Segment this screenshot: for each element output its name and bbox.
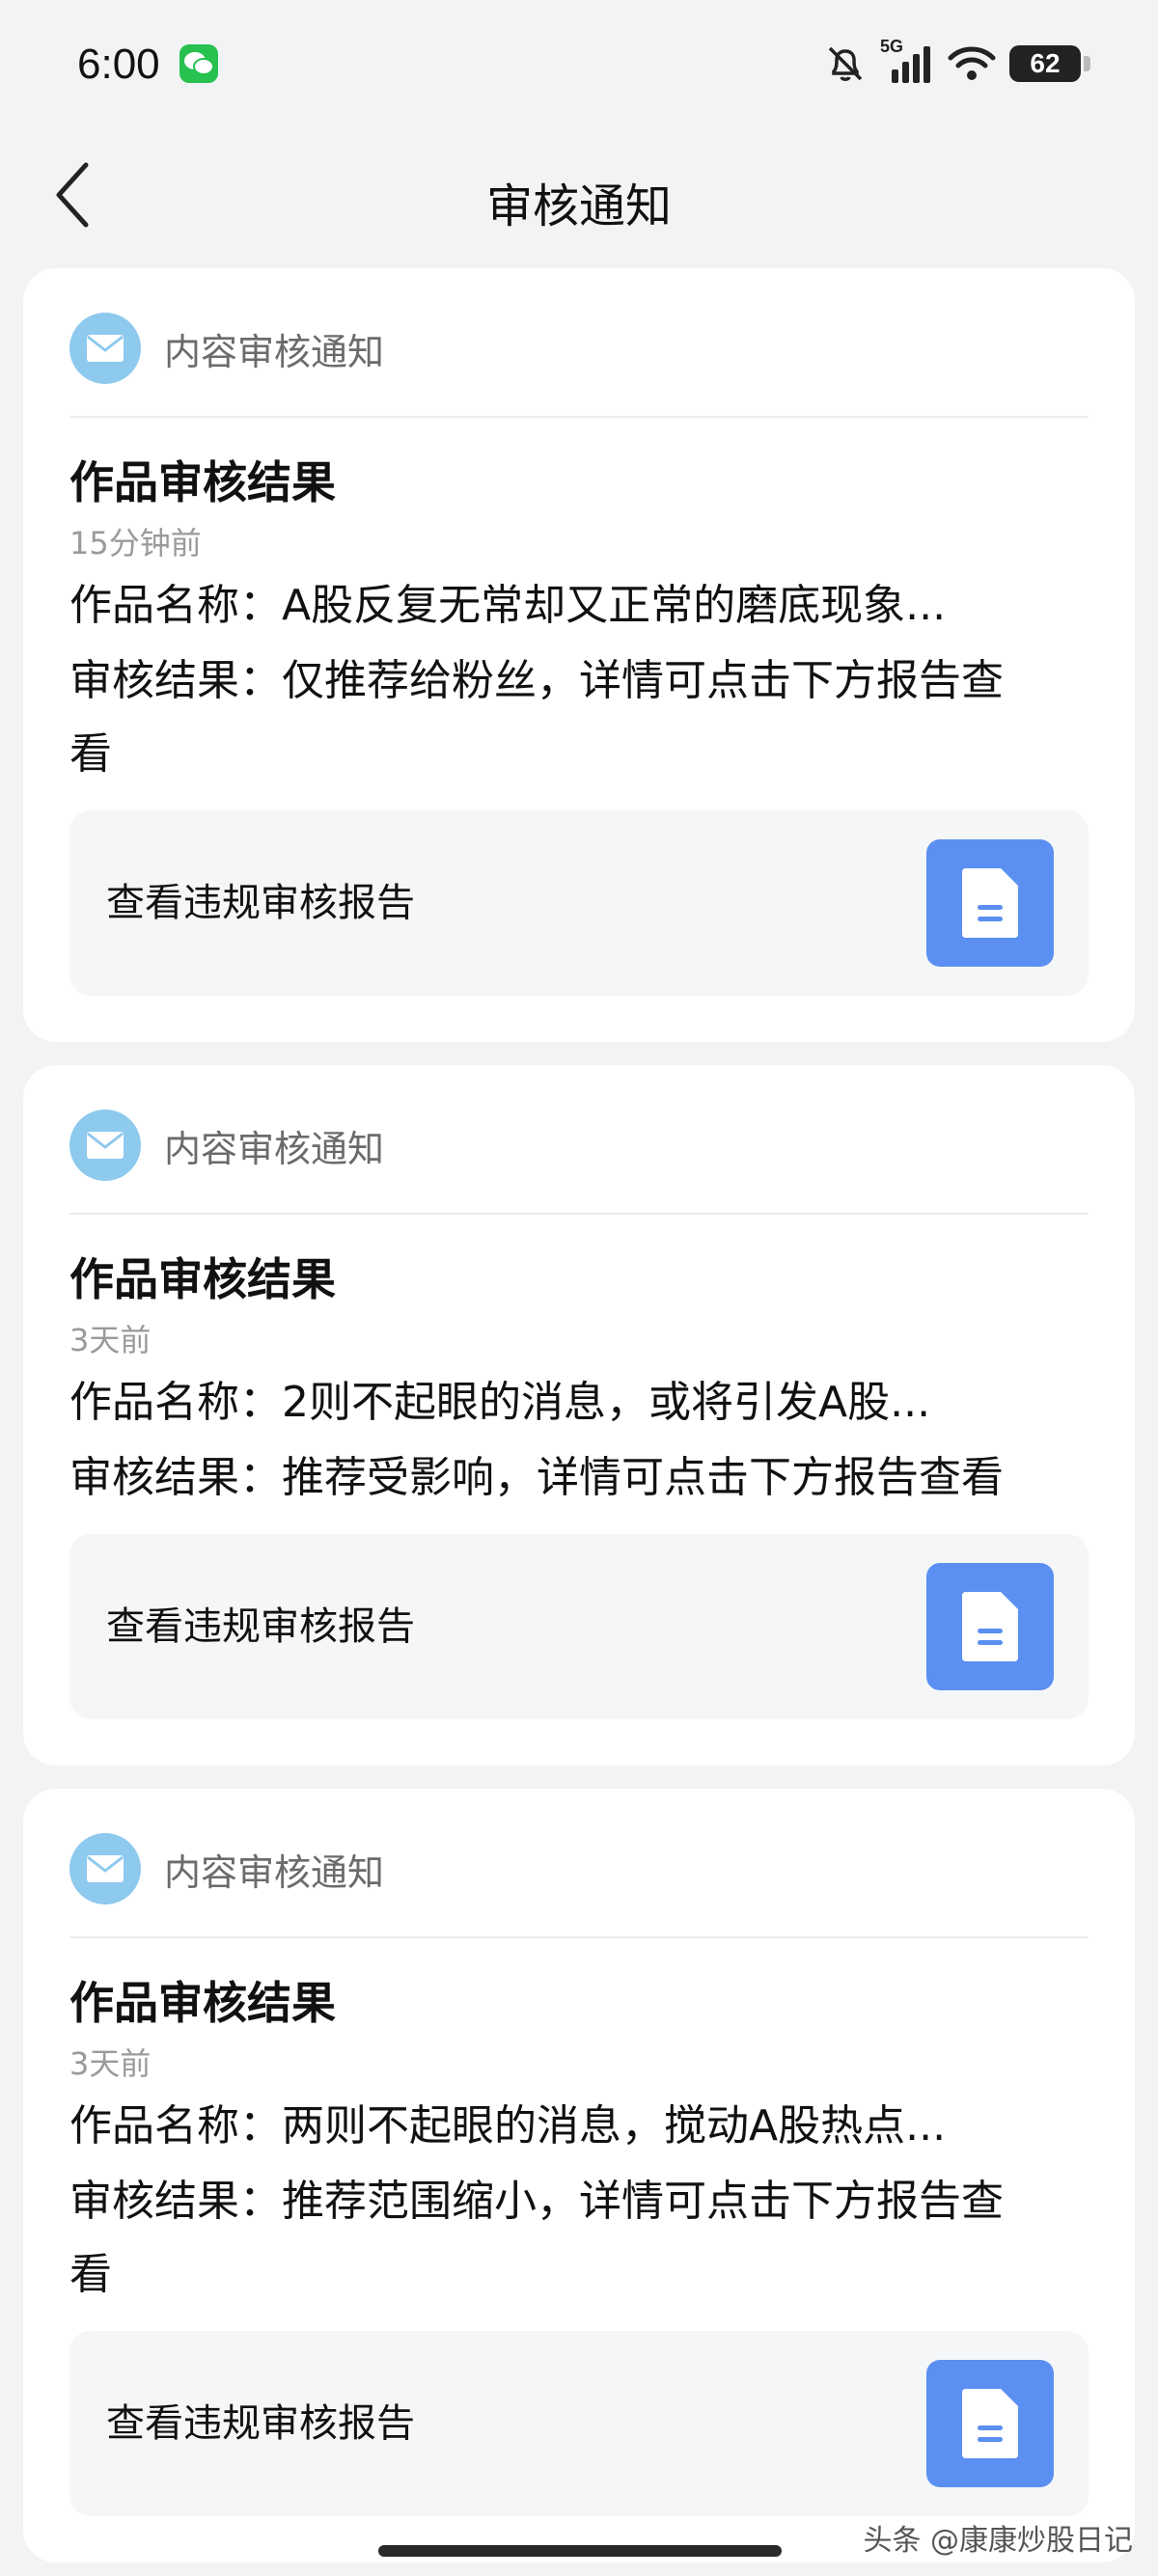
status-time: 6:00 [77, 41, 160, 88]
document-icon [962, 2389, 1018, 2458]
card-title: 作品审核结果 [69, 1977, 336, 2029]
notification-card: 内容审核通知 作品审核结果 3天前 作品名称：两则不起眼的消息，搅动A股热点..… [23, 1789, 1135, 2562]
status-icons: 5G 62 [824, 37, 1090, 91]
mail-icon [69, 1110, 141, 1181]
report-label: 查看违规审核报告 [106, 881, 415, 925]
signal-icon: 5G [880, 37, 934, 85]
mail-icon [69, 313, 141, 384]
mail-icon [69, 1833, 141, 1905]
notification-card: 内容审核通知 作品审核结果 3天前 作品名称：2则不起眼的消息，或将引发A股..… [23, 1065, 1135, 1766]
divider [69, 1213, 1089, 1215]
document-icon [962, 868, 1018, 938]
nav-header: 审核通知 [0, 131, 1158, 257]
report-link[interactable]: 查看违规审核报告 [69, 1534, 1089, 1719]
review-result-cont: 看 [69, 2250, 112, 2299]
card-header: 内容审核通知 [69, 1833, 384, 1905]
card-header: 内容审核通知 [69, 1110, 384, 1181]
report-button[interactable] [926, 1563, 1054, 1690]
wifi-icon [948, 46, 996, 80]
battery-icon: 62 [1009, 45, 1090, 82]
report-label: 查看违规审核报告 [106, 2401, 415, 2446]
report-button[interactable] [926, 2360, 1054, 2487]
card-time: 3天前 [69, 1322, 152, 1358]
review-result: 审核结果：推荐受影响，详情可点击下方报告查看 [69, 1453, 1004, 1502]
notification-card: 内容审核通知 作品审核结果 15分钟前 作品名称：A股反复无常却又正常的磨底现象… [23, 268, 1135, 1042]
status-bar: 6:00 5G 62 [0, 0, 1158, 131]
divider [69, 1936, 1089, 1938]
report-link[interactable]: 查看违规审核报告 [69, 2331, 1089, 2516]
work-name: 作品名称：A股反复无常却又正常的磨底现象... [69, 581, 947, 630]
card-source: 内容审核通知 [164, 330, 385, 373]
card-title: 作品审核结果 [69, 456, 336, 508]
network-type: 5G [880, 37, 904, 56]
review-result-cont: 看 [69, 729, 112, 779]
card-title: 作品审核结果 [69, 1253, 336, 1305]
work-name: 作品名称：2则不起眼的消息，或将引发A股... [69, 1378, 931, 1427]
report-button[interactable] [926, 839, 1054, 967]
work-name: 作品名称：两则不起眼的消息，搅动A股热点... [69, 2101, 947, 2151]
watermark: 头条 @康康炒股日记 [863, 2524, 1133, 2558]
review-result: 审核结果：仅推荐给粉丝，详情可点击下方报告查 [69, 656, 1004, 705]
card-time: 3天前 [69, 2045, 152, 2082]
mute-icon [828, 46, 863, 81]
review-result: 审核结果：推荐范围缩小，详情可点击下方报告查 [69, 2177, 1004, 2226]
divider [69, 416, 1089, 418]
card-source: 内容审核通知 [164, 1127, 385, 1170]
document-icon [962, 1592, 1018, 1661]
report-label: 查看违规审核报告 [106, 1604, 415, 1649]
card-time: 15分钟前 [69, 525, 202, 562]
card-source: 内容审核通知 [164, 1850, 385, 1894]
wechat-icon [179, 44, 218, 83]
home-indicator[interactable] [378, 2545, 782, 2557]
report-link[interactable]: 查看违规审核报告 [69, 810, 1089, 996]
card-header: 内容审核通知 [69, 313, 384, 384]
page-title: 审核通知 [485, 179, 672, 233]
